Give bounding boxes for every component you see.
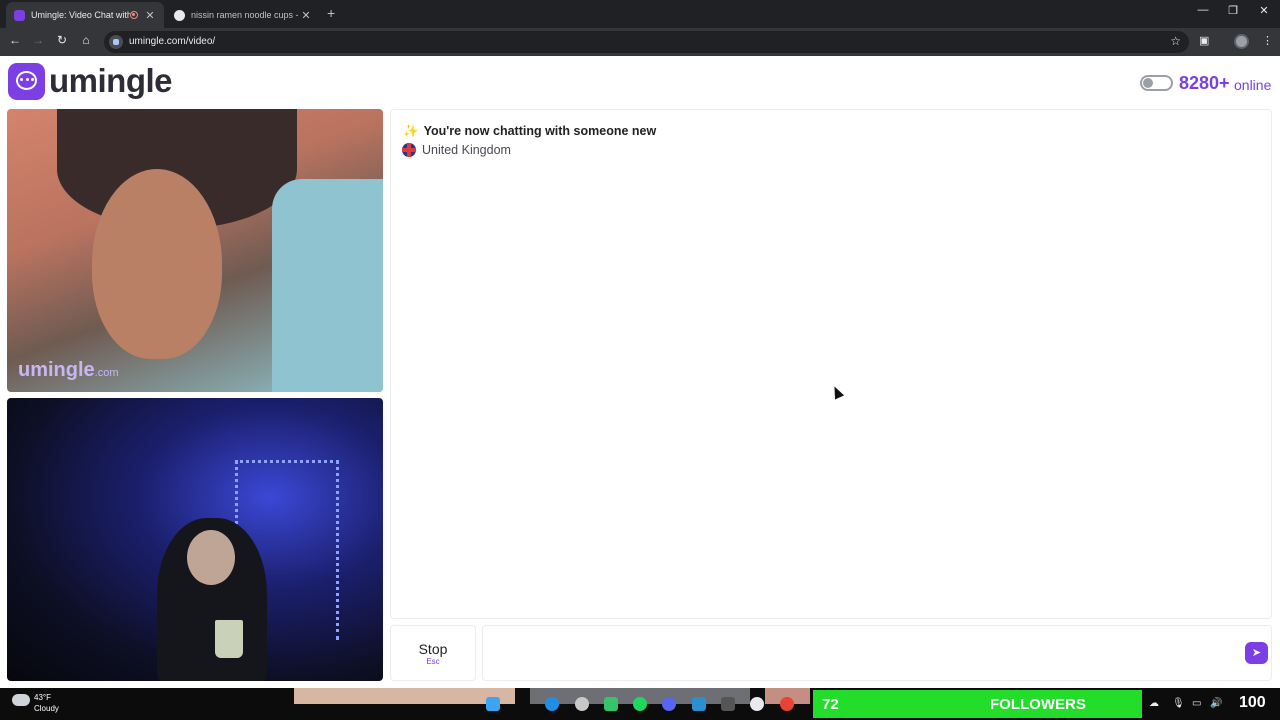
- overlay-number: 100: [1239, 694, 1266, 711]
- menu-icon[interactable]: ⋮: [1262, 34, 1273, 47]
- umingle-favicon-icon: [14, 9, 25, 21]
- video-cup: [215, 620, 243, 658]
- chrome-icon[interactable]: [780, 697, 794, 711]
- video-watermark: umingle.com: [18, 359, 119, 381]
- obs-icon[interactable]: [575, 697, 589, 711]
- profile-avatar[interactable]: [1234, 34, 1249, 49]
- stop-shortcut: Esc: [426, 657, 440, 666]
- browser-toolbar: ← → ↻ ⌂ umingle.com/video/ ☆ ▣ ⋮: [0, 28, 1280, 56]
- app-icon[interactable]: [721, 697, 735, 711]
- discord-icon[interactable]: [662, 697, 676, 711]
- logo-text[interactable]: umingle: [49, 62, 173, 100]
- online-label: online: [1234, 77, 1272, 93]
- message-input[interactable]: [482, 625, 1272, 681]
- app-icon[interactable]: [604, 697, 618, 711]
- video-figure-face: [187, 530, 235, 585]
- address-bar[interactable]: umingle.com/video/ ☆: [104, 31, 1189, 53]
- video-figure-face: [92, 169, 222, 359]
- minimize-icon[interactable]: —: [1188, 4, 1218, 16]
- close-tab-icon[interactable]: ✕: [144, 9, 156, 22]
- uk-flag-icon: [402, 143, 416, 157]
- network-icon[interactable]: ▭: [1192, 698, 1201, 709]
- home-icon[interactable]: ⌂: [77, 33, 95, 47]
- reload-icon[interactable]: ↻: [53, 33, 71, 47]
- tab-title: nissin ramen noodle cups - Goo: [191, 10, 300, 20]
- stranger-country: United Kingdom: [422, 143, 511, 157]
- spotify-icon[interactable]: [633, 697, 647, 711]
- browser-tabbar: Umingle: Video Chat with S ✕ nissin rame…: [0, 0, 1280, 28]
- edge-icon[interactable]: [545, 697, 559, 711]
- microphone-icon[interactable]: 🎙: [1172, 698, 1185, 709]
- back-icon[interactable]: ←: [6, 33, 24, 47]
- volume-icon[interactable]: 🔊: [1210, 698, 1222, 709]
- stop-label: Stop: [418, 641, 448, 657]
- stranger-video: umingle.com: [7, 109, 383, 392]
- app-icon[interactable]: [750, 697, 764, 711]
- online-count: 8280+: [1179, 73, 1230, 93]
- site-info-icon[interactable]: [109, 35, 123, 49]
- onedrive-icon[interactable]: ☁: [1149, 698, 1159, 709]
- tab-title: Umingle: Video Chat with S: [31, 10, 130, 20]
- followers-label: FOLLOWERS: [990, 696, 1086, 713]
- close-window-icon[interactable]: ✕: [1249, 4, 1279, 17]
- followers-overlay: [813, 690, 1142, 718]
- new-tab-icon[interactable]: +: [327, 5, 335, 21]
- sparkle-icon: ✨: [403, 124, 419, 138]
- tab-google-search[interactable]: nissin ramen noodle cups - Goo ✕: [166, 2, 320, 28]
- forward-icon[interactable]: →: [29, 33, 47, 47]
- photos-icon[interactable]: [692, 697, 706, 711]
- umingle-logo-icon[interactable]: [8, 63, 45, 100]
- weather-condition: Cloudy: [34, 704, 59, 713]
- video-background: [272, 179, 383, 392]
- theme-toggle[interactable]: [1140, 75, 1173, 91]
- chat-status-message: ✨ You're now chatting with someone new: [403, 124, 657, 138]
- stop-button[interactable]: Stop Esc: [390, 625, 476, 681]
- close-tab-icon[interactable]: ✕: [300, 9, 312, 22]
- send-icon[interactable]: ➤: [1245, 642, 1268, 664]
- tab-umingle[interactable]: Umingle: Video Chat with S ✕: [6, 2, 164, 28]
- cloud-icon[interactable]: [12, 694, 30, 706]
- recording-icon: [130, 11, 138, 19]
- sidepanel-icon[interactable]: ▣: [1199, 34, 1209, 47]
- overlay-image-strip: [294, 688, 515, 704]
- restore-icon[interactable]: ❐: [1218, 4, 1248, 17]
- followers-count: 72: [822, 696, 839, 713]
- star-icon[interactable]: ☆: [1170, 34, 1181, 48]
- chat-log: [390, 109, 1272, 619]
- google-favicon-icon: [174, 9, 185, 21]
- self-video: [7, 398, 383, 681]
- url-text: umingle.com/video/: [129, 36, 216, 47]
- weather-temperature: 43°F: [34, 693, 51, 702]
- windows-start-icon[interactable]: [486, 697, 500, 711]
